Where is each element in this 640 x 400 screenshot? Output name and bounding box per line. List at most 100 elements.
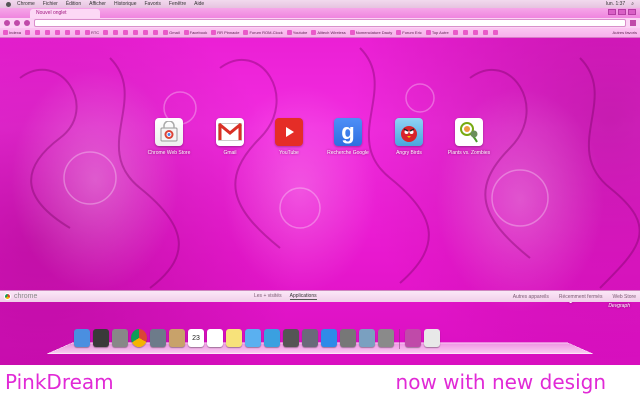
- dock: 23: [46, 327, 594, 355]
- app-plants-vs-zombies[interactable]: Plants vs. Zombies: [439, 118, 499, 164]
- calendar-icon[interactable]: 23: [188, 329, 204, 347]
- bookmark-item[interactable]: [472, 30, 479, 35]
- facetime-icon[interactable]: [283, 329, 299, 347]
- menu-chrome[interactable]: Chrome: [17, 1, 35, 7]
- tab-strip: Nouvel onglet: [0, 8, 640, 18]
- bookmark-favicon-icon: [103, 30, 109, 35]
- bookmark-label: Alitech Wireless: [317, 30, 346, 35]
- app-label: Plants vs. Zombies: [447, 150, 491, 156]
- chrome-icon[interactable]: [131, 329, 147, 347]
- bookmark-item[interactable]: [25, 30, 31, 35]
- other-bookmarks[interactable]: Autres favoris: [613, 30, 637, 35]
- minimize-button[interactable]: [608, 9, 616, 15]
- bookmark-item[interactable]: [153, 30, 159, 35]
- bookmark-favicon-icon: [211, 30, 217, 35]
- bookmark-item[interactable]: [462, 30, 469, 35]
- launchpad-icon[interactable]: [302, 329, 318, 347]
- bookmark-item[interactable]: Forum Eric: [396, 30, 422, 35]
- bookmark-item[interactable]: Forum ROM-Clock: [243, 30, 283, 35]
- maximize-button[interactable]: [618, 9, 626, 15]
- app-label: Gmail: [223, 150, 237, 156]
- bookmark-item[interactable]: Gmail: [163, 30, 180, 35]
- bookmark-label: RR Pinnacle: [217, 30, 240, 35]
- gmail-icon: [216, 118, 244, 146]
- reload-icon[interactable]: [24, 20, 30, 26]
- bookmark-item[interactable]: [65, 30, 71, 35]
- system-preferences-icon[interactable]: [378, 329, 394, 347]
- clock[interactable]: lun. 1:37: [606, 1, 625, 7]
- dock-separator: [399, 329, 400, 349]
- bookmark-item[interactable]: [45, 30, 51, 35]
- bookmark-item[interactable]: [133, 30, 139, 35]
- plants-vs-zombies-icon: [455, 118, 483, 146]
- bookmark-item[interactable]: [123, 30, 129, 35]
- app-chrome-web-store[interactable]: Chrome Web Store: [139, 118, 199, 164]
- wrench-menu-icon[interactable]: [630, 20, 636, 26]
- bookmark-item[interactable]: [143, 30, 149, 35]
- dashboard-icon[interactable]: [93, 329, 109, 347]
- web-store-link[interactable]: Web Store: [612, 294, 636, 300]
- bookmark-item[interactable]: Alitech Wireless: [311, 30, 346, 35]
- tab-applications[interactable]: Applications: [289, 293, 317, 300]
- bookmark-item[interactable]: Indexa: [3, 30, 21, 35]
- bookmark-item[interactable]: [452, 30, 459, 35]
- app-store-icon[interactable]: [321, 329, 337, 347]
- forward-icon[interactable]: [14, 20, 20, 26]
- bookmark-label: RTC: [91, 30, 100, 35]
- utilities-icon[interactable]: [340, 329, 356, 347]
- bookmark-favicon-icon: [183, 30, 189, 35]
- menu-fichier[interactable]: Fichier: [43, 1, 58, 7]
- bookmark-item[interactable]: Nomenclature Dauty: [349, 30, 392, 35]
- recently-closed-link[interactable]: Récemment fermés: [559, 294, 603, 300]
- toolbar: [0, 18, 640, 28]
- bookmark-item[interactable]: RR Pinnacle: [211, 30, 239, 35]
- messages-icon[interactable]: [245, 329, 261, 347]
- app-google-search[interactable]: g Recherche Google: [318, 118, 378, 164]
- rocket-icon[interactable]: [112, 329, 128, 347]
- trash-icon[interactable]: [424, 329, 440, 347]
- itunes-icon[interactable]: [264, 329, 280, 347]
- notes-icon[interactable]: [207, 329, 223, 347]
- bookmark-item[interactable]: Youtube: [286, 30, 307, 35]
- app-youtube[interactable]: YouTube: [259, 118, 319, 164]
- downloads-icon[interactable]: [405, 329, 421, 347]
- bookmark-item[interactable]: [103, 30, 109, 35]
- contacts-icon[interactable]: [169, 329, 185, 347]
- menu-afficher[interactable]: Afficher: [89, 1, 106, 7]
- address-bar[interactable]: [34, 19, 626, 27]
- bookmark-item[interactable]: [35, 30, 41, 35]
- app-gmail[interactable]: Gmail: [200, 118, 260, 164]
- bookmark-item[interactable]: Top Autre: [425, 30, 449, 35]
- menu-aide[interactable]: Aide: [194, 1, 204, 7]
- bookmark-favicon-icon: [75, 30, 81, 35]
- menu-historique[interactable]: Historique: [114, 1, 137, 7]
- close-button[interactable]: [628, 9, 636, 15]
- back-icon[interactable]: [4, 20, 10, 26]
- bookmark-item[interactable]: [482, 30, 489, 35]
- menu-fenetre[interactable]: Fenêtre: [169, 1, 186, 7]
- bookmark-item[interactable]: [55, 30, 61, 35]
- stickies-icon[interactable]: [226, 329, 242, 347]
- tab-new-tab[interactable]: Nouvel onglet: [30, 9, 100, 18]
- photos-icon[interactable]: [150, 329, 166, 347]
- bookmark-item[interactable]: [113, 30, 119, 35]
- footer-tabs: Les + visités Applications: [254, 293, 317, 300]
- bookmark-item[interactable]: Facebook: [183, 30, 207, 35]
- bookmark-item[interactable]: [492, 30, 499, 35]
- bookmark-item[interactable]: RTC: [85, 30, 99, 35]
- menu-favoris[interactable]: Favoris: [145, 1, 161, 7]
- other-devices-link[interactable]: Autres appareils: [513, 294, 549, 300]
- apps-grid: Chrome Web Store Gmail YouTube g Recherc…: [0, 118, 640, 168]
- bookmark-favicon-icon: [163, 30, 169, 35]
- bookmark-item[interactable]: [75, 30, 81, 35]
- dock-icons: 23: [74, 329, 440, 349]
- app-angry-birds[interactable]: Angry Birds: [379, 118, 439, 164]
- preview-icon[interactable]: [359, 329, 375, 347]
- bookmark-favicon-icon: [452, 30, 458, 35]
- bookmark-label: Gmail: [169, 30, 180, 35]
- menu-edition[interactable]: Édition: [66, 1, 81, 7]
- spotlight-icon[interactable]: ⌕: [631, 1, 634, 7]
- finder-icon[interactable]: [74, 329, 90, 347]
- tab-most-visited[interactable]: Les + visités: [254, 293, 282, 300]
- apple-icon[interactable]: [6, 1, 11, 7]
